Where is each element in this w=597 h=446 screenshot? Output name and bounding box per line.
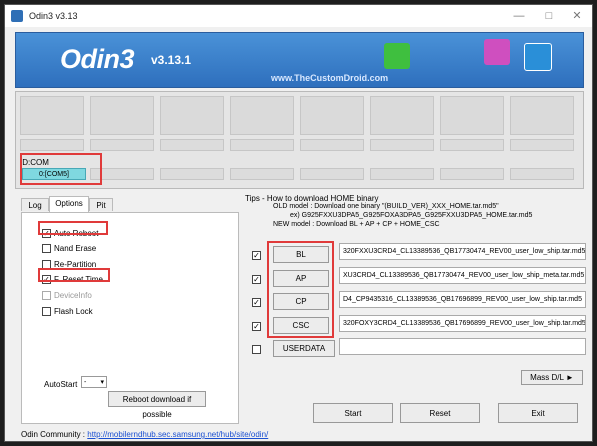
autostart-select[interactable]: - ▾	[81, 376, 107, 388]
re-partition-checkbox[interactable]	[42, 260, 51, 269]
slot-box	[230, 96, 294, 135]
slot-bar	[90, 139, 154, 151]
option-label: Re-Partition	[54, 260, 97, 269]
com-port-cell	[230, 168, 294, 180]
flash-lock-checkbox[interactable]	[42, 307, 51, 316]
slot-box	[160, 96, 224, 135]
slot-bar	[370, 139, 434, 151]
start-button[interactable]: Start	[313, 403, 393, 423]
cp-checkbox[interactable]: ✓	[252, 298, 261, 307]
banner-logo: Odin3	[60, 44, 135, 74]
csc-checkbox[interactable]: ✓	[252, 322, 261, 331]
cp-button[interactable]: CP	[273, 293, 329, 310]
slot-bar	[440, 139, 504, 151]
com-port-cell	[300, 168, 364, 180]
option-label: Flash Lock	[54, 307, 93, 316]
chat-pink-icon	[484, 39, 510, 65]
slot-box	[370, 96, 434, 135]
banner-watermark: www.TheCustomDroid.com	[271, 73, 389, 83]
slot-box	[440, 96, 504, 135]
tips-title: Tips - How to download HOME binary	[245, 194, 379, 203]
userdata-path-field[interactable]	[339, 338, 586, 355]
tip-line-example: ex) G925FXXU3DPA5_G925FOXA3DPA5_G925FXXU…	[290, 212, 533, 219]
slot-bar	[20, 139, 84, 151]
f-reset-time-checkbox[interactable]: ✓	[42, 275, 51, 284]
download-blue-icon	[524, 43, 552, 71]
tab-pit[interactable]: Pit	[89, 198, 113, 211]
userdata-checkbox[interactable]	[252, 345, 261, 354]
autostart-label: AutoStart	[44, 380, 78, 389]
close-button[interactable]: ✕	[563, 8, 591, 24]
slot-bar	[300, 139, 364, 151]
bl-button[interactable]: BL	[273, 246, 329, 263]
ap-path-field[interactable]: XU3CRD4_CL13389536_QB17730474_REV00_user…	[339, 267, 586, 284]
csc-button[interactable]: CSC	[273, 317, 329, 334]
minimize-button[interactable]: —	[505, 8, 533, 24]
exit-button[interactable]: Exit	[498, 403, 578, 423]
reboot-download-button[interactable]: Reboot download if possible	[108, 391, 206, 419]
autostart-value: -	[84, 379, 87, 386]
device-slots: ID:COM 0:[COM5]	[15, 91, 584, 189]
window-title: Odin3 v3.13	[29, 11, 78, 21]
com-port-cell	[510, 168, 574, 180]
ap-checkbox[interactable]: ✓	[252, 275, 261, 284]
ap-button[interactable]: AP	[273, 270, 329, 287]
tab-options[interactable]: Options	[49, 196, 89, 212]
odin-app-icon	[11, 10, 23, 22]
slot-bar	[510, 139, 574, 151]
odin-banner: Odin3 v3.13.1 www.TheCustomDroid.com	[15, 32, 584, 88]
com-port-cell	[160, 168, 224, 180]
mass-dl-button[interactable]: Mass D/L ►	[521, 370, 583, 385]
nand-erase-checkbox[interactable]	[42, 244, 51, 253]
community-link[interactable]: http://mobilerndhub.sec.samsung.net/hub/…	[87, 430, 268, 439]
option-label: Auto Reboot	[54, 229, 99, 238]
com-port-cell	[440, 168, 504, 180]
options-panel: ✓ Auto Reboot Nand Erase Re-Partition ✓ …	[21, 212, 239, 424]
option-label: Nand Erase	[54, 244, 97, 253]
com-port-cell	[370, 168, 434, 180]
reset-button[interactable]: Reset	[400, 403, 480, 423]
community-label: Odin Community :	[21, 430, 88, 439]
bl-path-field[interactable]: 320FXXU3CRD4_CL13389536_QB17730474_REV00…	[339, 243, 586, 260]
idcom-label: ID:COM	[20, 158, 49, 167]
tip-line-old: OLD model : Download one binary "(BUILD_…	[273, 203, 499, 210]
option-label: F. Reset Time	[54, 275, 103, 284]
slot-box	[90, 96, 154, 135]
auto-reboot-checkbox[interactable]: ✓	[42, 229, 51, 238]
chevron-down-icon: ▾	[100, 379, 104, 386]
tip-line-new: NEW model : Download BL + AP + CP + HOME…	[273, 221, 440, 228]
maximize-button[interactable]: □	[535, 8, 563, 24]
download-green-icon	[384, 43, 410, 69]
slot-box	[510, 96, 574, 135]
slot-box	[20, 96, 84, 135]
com-port-cell: 0:[COM5]	[22, 168, 86, 180]
odin-community: Odin Community : http://mobilerndhub.sec…	[21, 430, 268, 439]
csc-path-field[interactable]: 320FOXY3CRD4_CL13389536_QB17696899_REV00…	[339, 315, 586, 332]
userdata-button[interactable]: USERDATA	[273, 340, 335, 357]
title-bar: Odin3 v3.13 — □ ✕	[5, 5, 592, 27]
device-info-checkbox	[42, 291, 51, 300]
banner-version: v3.13.1	[151, 53, 192, 67]
tab-log[interactable]: Log	[21, 198, 49, 211]
com-port-cell	[90, 168, 154, 180]
bl-checkbox[interactable]: ✓	[252, 251, 261, 260]
slot-box	[300, 96, 364, 135]
option-label: DeviceInfo	[54, 291, 92, 300]
slot-bar	[160, 139, 224, 151]
odin-window: Odin3 v3.13 — □ ✕ Odin3 v3.13.1 www.TheC…	[4, 4, 593, 442]
cp-path-field[interactable]: D4_CP9435316_CL13389536_QB17696899_REV00…	[339, 291, 586, 308]
slot-bar	[230, 139, 294, 151]
